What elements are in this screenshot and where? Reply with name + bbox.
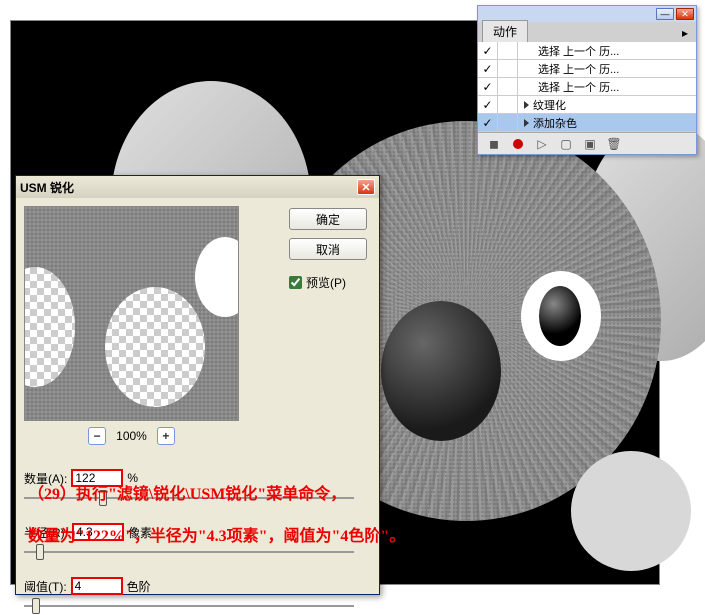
zoom-value: 100% [116,429,147,443]
dialog-close-button[interactable]: ✕ [357,179,375,195]
zoom-in-button[interactable]: + [157,427,175,445]
panel-footer: ◼ ▷ ▢ ▣ 🗑 [478,132,696,154]
preview-label: 预览(P) [306,274,346,291]
action-list: ✓ 选择 上一个 历... ✓ 选择 上一个 历... ✓ 选择 上一个 历... ✓ 纹理化… [478,42,696,132]
preview-shape [24,267,75,387]
action-label: 选择 上一个 历... [538,79,619,95]
action-name: 纹理化 [518,97,696,113]
action-row[interactable]: ✓ 选择 上一个 历... [478,42,696,60]
annotation-line-1: （29）执行"滤镜\锐化\USM锐化"菜单命令， [28,480,346,504]
annotation-line-2: 数量为"122%"，半径为"4.3项素"，阈值为"4色阶"。 [28,522,405,546]
tab-actions[interactable]: 动作 [482,20,528,42]
new-set-button[interactable]: ▢ [558,136,574,152]
panel-close-button[interactable]: ✕ [676,8,694,20]
action-label: 选择 上一个 历... [538,61,619,77]
action-check-col[interactable]: ✓ [478,60,498,77]
action-name: 选择 上一个 历... [518,43,696,59]
action-row[interactable]: ✓ 添加杂色 [478,114,696,132]
new-action-button[interactable]: ▣ [582,136,598,152]
koala-nose [381,301,501,441]
koala-pupil [539,286,581,346]
record-icon [513,139,523,149]
action-icon-col[interactable] [498,60,518,77]
koala-cheek [571,451,691,571]
record-button[interactable] [510,136,526,152]
action-icon-col[interactable] [498,78,518,95]
threshold-input[interactable] [71,577,123,595]
action-icon-col[interactable] [498,114,518,131]
action-check-col[interactable]: ✓ [478,42,498,59]
dialog-title-text: USM 锐化 [20,179,74,196]
preview-shape [105,287,205,407]
dialog-titlebar[interactable]: USM 锐化 ✕ [16,176,379,198]
trash-button[interactable]: 🗑 [606,136,622,152]
action-check-col[interactable]: ✓ [478,78,498,95]
preview-shape [195,237,239,317]
action-label: 纹理化 [533,97,566,113]
action-icon-col[interactable] [498,96,518,113]
play-button[interactable]: ▷ [534,136,550,152]
action-label: 添加杂色 [533,115,577,131]
action-row[interactable]: ✓ 纹理化 [478,96,696,114]
preview-image[interactable] [24,206,239,421]
panel-minimize-button[interactable]: — [656,8,674,20]
expand-arrow-icon[interactable] [524,101,529,109]
threshold-unit: 色阶 [127,578,151,595]
action-row[interactable]: ✓ 选择 上一个 历... [478,78,696,96]
action-label: 选择 上一个 历... [538,43,619,59]
action-check-col[interactable]: ✓ [478,96,498,113]
ok-button[interactable]: 确定 [289,208,367,230]
action-name: 添加杂色 [518,115,696,131]
panel-menu-button[interactable]: ▸ [682,26,694,38]
preview-checkbox[interactable] [289,276,302,289]
threshold-slider[interactable] [24,597,354,615]
action-name: 选择 上一个 历... [518,61,696,77]
action-row[interactable]: ✓ 选择 上一个 历... [478,60,696,78]
threshold-label: 阈值(T): [24,578,67,595]
zoom-out-button[interactable]: − [88,427,106,445]
cancel-button[interactable]: 取消 [289,238,367,260]
action-check-col[interactable]: ✓ [478,114,498,131]
stop-button[interactable]: ◼ [486,136,502,152]
action-name: 选择 上一个 历... [518,79,696,95]
actions-panel: — ✕ 动作 ▸ ✓ 选择 上一个 历... ✓ 选择 上一个 历... ✓ 选择 上一个… [477,5,697,155]
expand-arrow-icon[interactable] [524,119,529,127]
action-icon-col[interactable] [498,42,518,59]
